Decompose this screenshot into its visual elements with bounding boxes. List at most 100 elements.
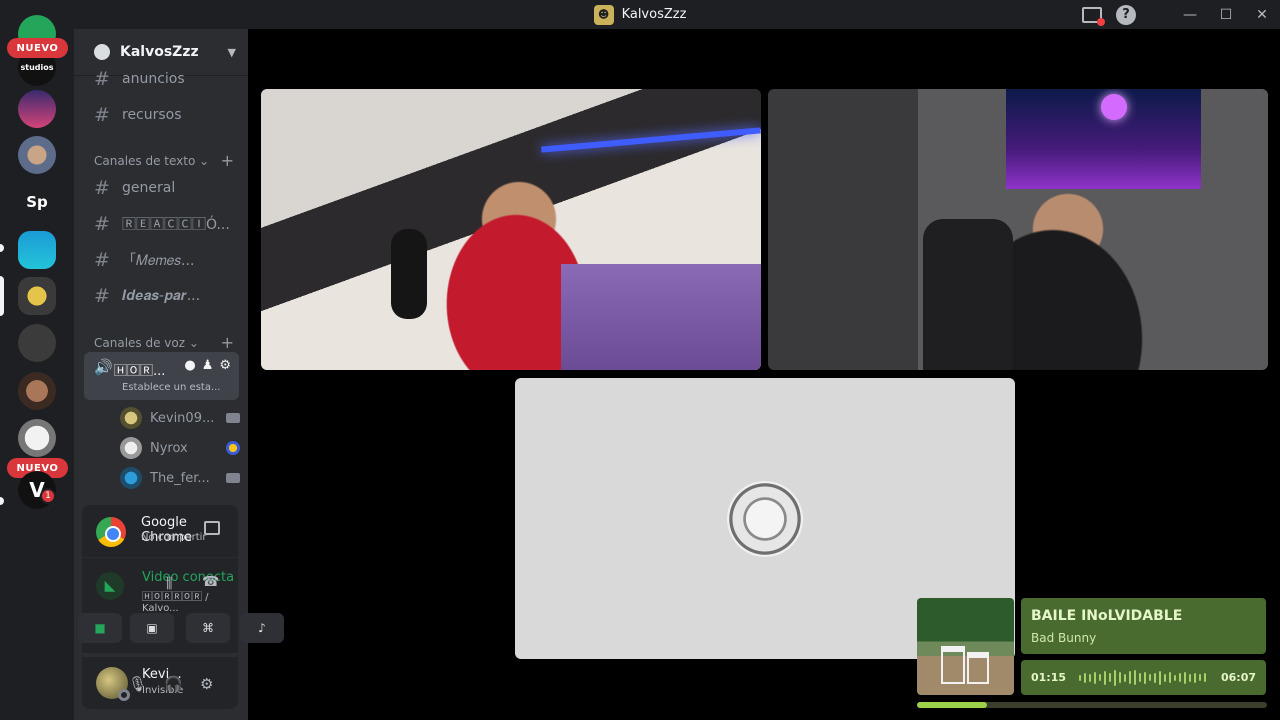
chrome-icon	[96, 517, 126, 547]
visualizer-bar	[1199, 674, 1201, 681]
soundboard-button[interactable]: ♪	[240, 613, 284, 643]
add-channel-icon[interactable]: +	[221, 333, 234, 352]
camera-icon: ■	[94, 621, 106, 635]
hash-icon: #	[94, 104, 110, 126]
channel-memes[interactable]: # 「𝑀𝑒𝑚𝑒𝑠...	[84, 244, 240, 276]
visualizer-bar	[1129, 671, 1131, 684]
visualizer-bar	[1164, 673, 1166, 682]
window-title: ☻ KalvosZzz	[593, 4, 687, 25]
headphones-icon[interactable]: 🎧	[164, 675, 183, 693]
category-text-channels[interactable]: Canales de texto ⌄ +	[94, 151, 234, 170]
server-icon[interactable]: Sp	[18, 183, 56, 221]
voice-user[interactable]: The_fer...	[120, 465, 240, 491]
channel-label: 「𝑀𝑒𝑚𝑒𝑠...	[122, 253, 195, 269]
visualizer-bar	[1204, 673, 1206, 682]
video-tile[interactable]	[768, 89, 1268, 370]
camera-button[interactable]: ■	[78, 613, 122, 643]
channel-label: 🅁🄴🄰🄲🄲🄸Ó...	[122, 217, 230, 233]
invite-icon[interactable]: ♟	[202, 358, 214, 373]
channel-anuncios[interactable]: # anuncios	[84, 63, 240, 95]
server-icon[interactable]	[18, 231, 56, 269]
visualizer-bar	[1114, 669, 1116, 686]
category-label: Canales de voz	[94, 335, 186, 350]
hash-icon: #	[94, 249, 110, 271]
activities-button[interactable]: ⌘	[186, 613, 230, 643]
soundboard-icon: ♪	[258, 621, 266, 635]
server-icon[interactable]	[18, 90, 56, 128]
channel-label: 𝑰𝒅𝒆𝒂𝒔-𝒑𝒂𝒓...	[122, 288, 201, 304]
chat-icon[interactable]: ●	[184, 358, 195, 373]
voice-user[interactable]: Nyrox	[120, 435, 240, 461]
video-feed	[391, 229, 427, 319]
window-title-text: KalvosZzz	[621, 7, 687, 22]
avatar	[120, 437, 142, 459]
visualizer-bar	[1104, 670, 1106, 685]
channel-ideas[interactable]: # 𝑰𝒅𝒆𝒂𝒔-𝒑𝒂𝒓...	[84, 280, 240, 312]
share-screen-icon: ▣	[146, 621, 158, 635]
progress-fill	[917, 702, 987, 708]
chevron-down-icon: ▼	[227, 45, 236, 59]
visualizer-bar	[1194, 672, 1196, 683]
video-feed	[561, 264, 761, 370]
hash-icon: #	[94, 177, 110, 199]
unread-indicator	[0, 497, 4, 505]
voice-status: Video conectado	[142, 570, 234, 585]
add-channel-icon[interactable]: +	[221, 151, 234, 170]
category-label: Canales de texto	[94, 153, 196, 168]
visualizer-bar	[1089, 673, 1091, 682]
server-icon[interactable]	[18, 372, 56, 410]
elapsed-time: 01:15	[1031, 671, 1067, 684]
gear-icon[interactable]: ⚙	[219, 358, 231, 373]
selected-indicator	[0, 276, 4, 316]
help-icon[interactable]: ?	[1116, 4, 1136, 25]
title-bar: ☻ KalvosZzz ? — ☐ ✕	[0, 0, 1280, 29]
share-screen-icon[interactable]	[204, 521, 220, 535]
visualizer-bar	[1154, 672, 1156, 683]
chevron-down-icon: ⌄	[199, 153, 210, 168]
visualizer-bar	[1189, 673, 1191, 682]
activity-icon	[226, 441, 240, 455]
voice-channel-path[interactable]: 🄷🄾🅁🅁🄾🅁 / Kalvo...	[142, 588, 238, 614]
server-icon[interactable]	[18, 419, 56, 457]
hash-icon: #	[94, 285, 110, 307]
server-icon[interactable]	[18, 136, 56, 174]
visualizer-bar	[1109, 673, 1111, 682]
visualizer-bar	[1079, 674, 1081, 681]
nuevo-badge: NUEVO	[7, 38, 68, 58]
user-panel: Kevi... Invisible 🎙 🎧 ⚙	[82, 657, 238, 709]
voice-channel-active[interactable]: 🔊 🄷🄾🅁... Establece un esta... ● ♟ ⚙	[84, 352, 239, 400]
server-icon-kalvoszzz[interactable]	[18, 277, 56, 315]
video-feed	[541, 127, 761, 153]
visualizer-bar	[1169, 672, 1171, 683]
category-voice-channels[interactable]: Canales de voz ⌄ +	[94, 333, 234, 352]
video-tile[interactable]	[261, 89, 761, 370]
speaker-icon: 🔊	[94, 358, 113, 376]
visualizer-bar	[1159, 670, 1161, 685]
guild-name: KalvosZzz	[120, 44, 199, 60]
activity-panel: Google Chrome No compartir	[82, 505, 238, 557]
voice-channel-status[interactable]: Establece un esta...	[122, 382, 221, 393]
channel-recursos[interactable]: # recursos	[84, 99, 240, 131]
signal-icon[interactable]: ◣	[96, 572, 124, 600]
share-screen-button[interactable]: ▣	[130, 613, 174, 643]
voice-connection-panel: ◣ Video conectado 🄷🄾🅁🅁🄾🅁 / Kalvo... ⫼ ☎ …	[78, 558, 284, 653]
noise-suppression-icon[interactable]: ⫼	[166, 576, 172, 592]
microphone-icon[interactable]: 🎙	[128, 675, 147, 693]
chevron-down-icon: ⌄	[188, 335, 199, 350]
minimize-button[interactable]: —	[1172, 0, 1208, 29]
gear-icon[interactable]: ⚙	[200, 675, 213, 693]
disconnect-icon[interactable]: ☎	[202, 574, 219, 590]
hash-icon: #	[94, 213, 110, 235]
close-button[interactable]: ✕	[1244, 0, 1280, 29]
voice-user[interactable]: Kevin09...	[120, 405, 240, 431]
inbox-icon[interactable]	[1082, 6, 1105, 26]
channel-reacciones[interactable]: # 🅁🄴🄰🄲🄲🄸Ó...	[84, 208, 240, 240]
video-feed	[1006, 89, 1201, 189]
channel-general[interactable]: # general	[84, 172, 240, 204]
visualizer-bar	[1119, 672, 1121, 683]
track-artist: Bad Bunny	[1031, 631, 1097, 645]
camera-icon	[226, 413, 240, 423]
server-rail: studios NUEVO Sp NUEVO V 1	[0, 15, 74, 720]
server-icon[interactable]	[18, 324, 56, 362]
maximize-button[interactable]: ☐	[1208, 0, 1244, 29]
